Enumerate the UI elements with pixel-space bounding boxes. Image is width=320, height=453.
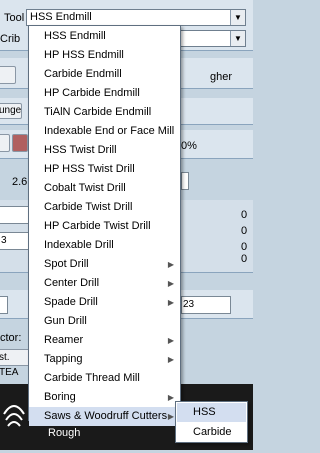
zero-3: 0 [241, 241, 248, 253]
tool-icon[interactable] [12, 134, 28, 152]
right-field-23[interactable]: 23 [181, 296, 231, 314]
menu-item[interactable]: Boring ▶ [29, 388, 180, 407]
chevron-right-icon: ▶ [167, 260, 174, 269]
menu-item-label: HP HSS Endmill [44, 49, 124, 61]
tea-button[interactable]: st. TEA [0, 349, 30, 378]
menu-item-label: Spot Drill [44, 258, 89, 270]
menu-item[interactable]: HP HSS Endmill [29, 46, 180, 65]
factor-label: ctor: [0, 332, 22, 344]
left-field-3[interactable] [0, 296, 8, 314]
menu-item-label: Center Drill [44, 277, 100, 289]
menu-item[interactable]: Spade Drill ▶ [29, 293, 180, 312]
menu-item-label: Carbide Endmill [44, 68, 122, 80]
menu-item[interactable]: HP HSS Twist Drill [29, 160, 180, 179]
chevron-right-icon: ▶ [167, 279, 174, 288]
chevron-right-icon: ▶ [167, 336, 174, 345]
tool-type-menu: HSS Endmill HP HSS Endmill Carbide Endmill… [28, 25, 181, 426]
menu-item[interactable]: HSS Twist Drill [29, 141, 180, 160]
menu-item-label: Tapping [44, 353, 83, 365]
menu-item-label: Saws & Woodruff Cutters [44, 410, 168, 422]
submenu-item[interactable]: HSS [177, 403, 246, 422]
menu-item[interactable]: Carbide Twist Drill [29, 198, 180, 217]
menu-item[interactable]: Gun Drill [29, 312, 180, 331]
menu-item-label: Indexable End or Face Mill [44, 125, 175, 137]
menu-item-label: Carbide Twist Drill [44, 201, 133, 213]
chevron-right-icon: ▶ [167, 298, 174, 307]
crib-select[interactable]: ▼ [170, 30, 246, 47]
menu-item-label: HSS Twist Drill [44, 144, 117, 156]
submenu-item[interactable]: Carbide [177, 423, 246, 442]
menu-item-label: Indexable Drill [44, 239, 114, 251]
menu-item-label: Cobalt Twist Drill [44, 182, 126, 194]
zero-1: 0 [241, 209, 248, 221]
menu-item[interactable]: HSS Endmill [29, 27, 180, 46]
menu-item[interactable]: Cobalt Twist Drill [29, 179, 180, 198]
saws-submenu: HSS Carbide [175, 401, 248, 443]
menu-item-label: HP HSS Twist Drill [44, 163, 135, 175]
menu-item-label: Reamer [44, 334, 84, 346]
chevron-down-icon[interactable]: ▼ [230, 31, 245, 46]
menu-item[interactable]: HP Carbide Endmill [29, 84, 180, 103]
menu-item[interactable]: Saws & Woodruff Cutters ▶ [29, 407, 180, 426]
crib-label: Crib [0, 33, 21, 45]
menu-item[interactable]: Carbide Endmill [29, 65, 180, 84]
left-field-1[interactable] [0, 206, 30, 224]
chevron-right-icon: ▶ [167, 412, 174, 421]
tool-label: Tool [4, 12, 25, 24]
zero-4: 0 [241, 253, 248, 265]
menu-item[interactable]: HP Carbide Twist Drill [29, 217, 180, 236]
menu-item-label: HP Carbide Twist Drill [44, 220, 151, 232]
menu-item-label: Carbide Thread Mill [44, 372, 140, 384]
right-text: gher [210, 71, 233, 83]
menu-item[interactable]: Indexable Drill [29, 236, 180, 255]
chevron-right-icon: ▶ [167, 355, 174, 364]
percent-text: 0% [181, 140, 197, 152]
left-field-2[interactable]: 3 [0, 232, 30, 250]
chevron-right-icon: ▶ [167, 393, 174, 402]
menu-item[interactable]: Carbide Thread Mill [29, 369, 180, 388]
menu-item-label: HSS Endmill [44, 30, 106, 42]
left-button[interactable] [0, 66, 16, 84]
menu-item[interactable]: Spot Drill ▶ [29, 255, 180, 274]
tool-select[interactable]: HSS Endmill ▼ [26, 9, 246, 26]
menu-item[interactable]: Reamer ▶ [29, 331, 180, 350]
tool-select-value: HSS Endmill [30, 11, 92, 23]
zero-2: 0 [241, 225, 248, 237]
menu-item-label: Spade Drill [44, 296, 98, 308]
rough-label: Rough [48, 427, 81, 439]
menu-item-label: TiAlN Carbide Endmill [44, 106, 152, 118]
menu-item[interactable]: Indexable End or Face Mill [29, 122, 180, 141]
left-square-button[interactable] [0, 134, 10, 152]
value-text: 2.6 [12, 176, 28, 188]
menu-item[interactable]: TiAlN Carbide Endmill [29, 103, 180, 122]
menu-item-label: Boring [44, 391, 76, 403]
menu-item[interactable]: Center Drill ▶ [29, 274, 180, 293]
menu-item-label: HP Carbide Endmill [44, 87, 140, 99]
chevron-down-icon[interactable]: ▼ [230, 10, 245, 25]
right-field[interactable] [181, 172, 189, 190]
plunge-button[interactable]: unge [0, 103, 22, 119]
menu-item-label: Gun Drill [44, 315, 87, 327]
menu-item[interactable]: Tapping ▶ [29, 350, 180, 369]
